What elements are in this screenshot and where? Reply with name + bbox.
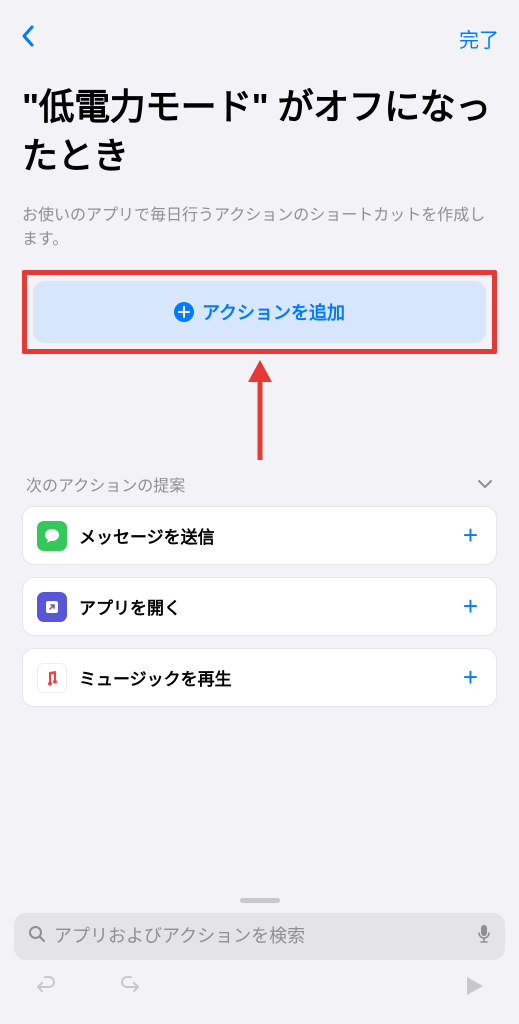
suggestion-label: アプリを開く — [79, 594, 447, 619]
add-suggestion-button[interactable]: + — [459, 662, 482, 693]
highlight-annotation: アクションを追加 — [22, 270, 497, 354]
add-suggestion-button[interactable]: + — [459, 520, 482, 551]
chevron-down-icon — [477, 476, 493, 492]
drag-handle[interactable] — [240, 898, 280, 903]
add-action-label: アクションを追加 — [202, 299, 345, 325]
search-input[interactable] — [54, 926, 469, 947]
bottom-panel — [4, 892, 515, 1024]
page-title: "低電力モード" がオフになったとき — [22, 83, 497, 180]
play-button[interactable] — [463, 975, 485, 1004]
page-subtitle: お使いのアプリで毎日行うアクションのショートカットを作成します。 — [22, 204, 497, 252]
bottom-toolbar — [14, 960, 505, 1012]
suggestion-item-music[interactable]: ミュージックを再生 + — [22, 648, 497, 707]
shortcut-editor-sheet: 完了 "低電力モード" がオフになったとき お使いのアプリで毎日行うアクションの… — [4, 10, 515, 1024]
search-icon — [28, 925, 46, 948]
music-icon — [37, 663, 67, 693]
arrow-annotation — [22, 360, 497, 460]
nav-bar: 完了 — [4, 10, 515, 63]
add-suggestion-button[interactable]: + — [459, 591, 482, 622]
suggestion-label: ミュージックを再生 — [79, 665, 447, 690]
suggestions-header[interactable]: 次のアクションの提案 — [22, 466, 497, 506]
messages-icon — [37, 521, 67, 551]
suggestion-item-messages[interactable]: メッセージを送信 + — [22, 506, 497, 565]
suggestion-label: メッセージを送信 — [79, 523, 447, 548]
suggestions-label: 次のアクションの提案 — [26, 472, 185, 496]
plus-circle-icon — [174, 302, 194, 322]
suggestion-item-open-app[interactable]: アプリを開く + — [22, 577, 497, 636]
back-button[interactable] — [20, 24, 36, 53]
shortcuts-icon — [37, 592, 67, 622]
add-action-button[interactable]: アクションを追加 — [33, 281, 486, 343]
search-bar[interactable] — [14, 913, 505, 960]
mic-icon[interactable] — [477, 924, 491, 949]
done-button[interactable]: 完了 — [459, 24, 499, 53]
undo-button[interactable] — [34, 974, 58, 1004]
content-area: "低電力モード" がオフになったとき お使いのアプリで毎日行うアクションのショー… — [4, 63, 515, 892]
redo-button[interactable] — [118, 974, 142, 1004]
